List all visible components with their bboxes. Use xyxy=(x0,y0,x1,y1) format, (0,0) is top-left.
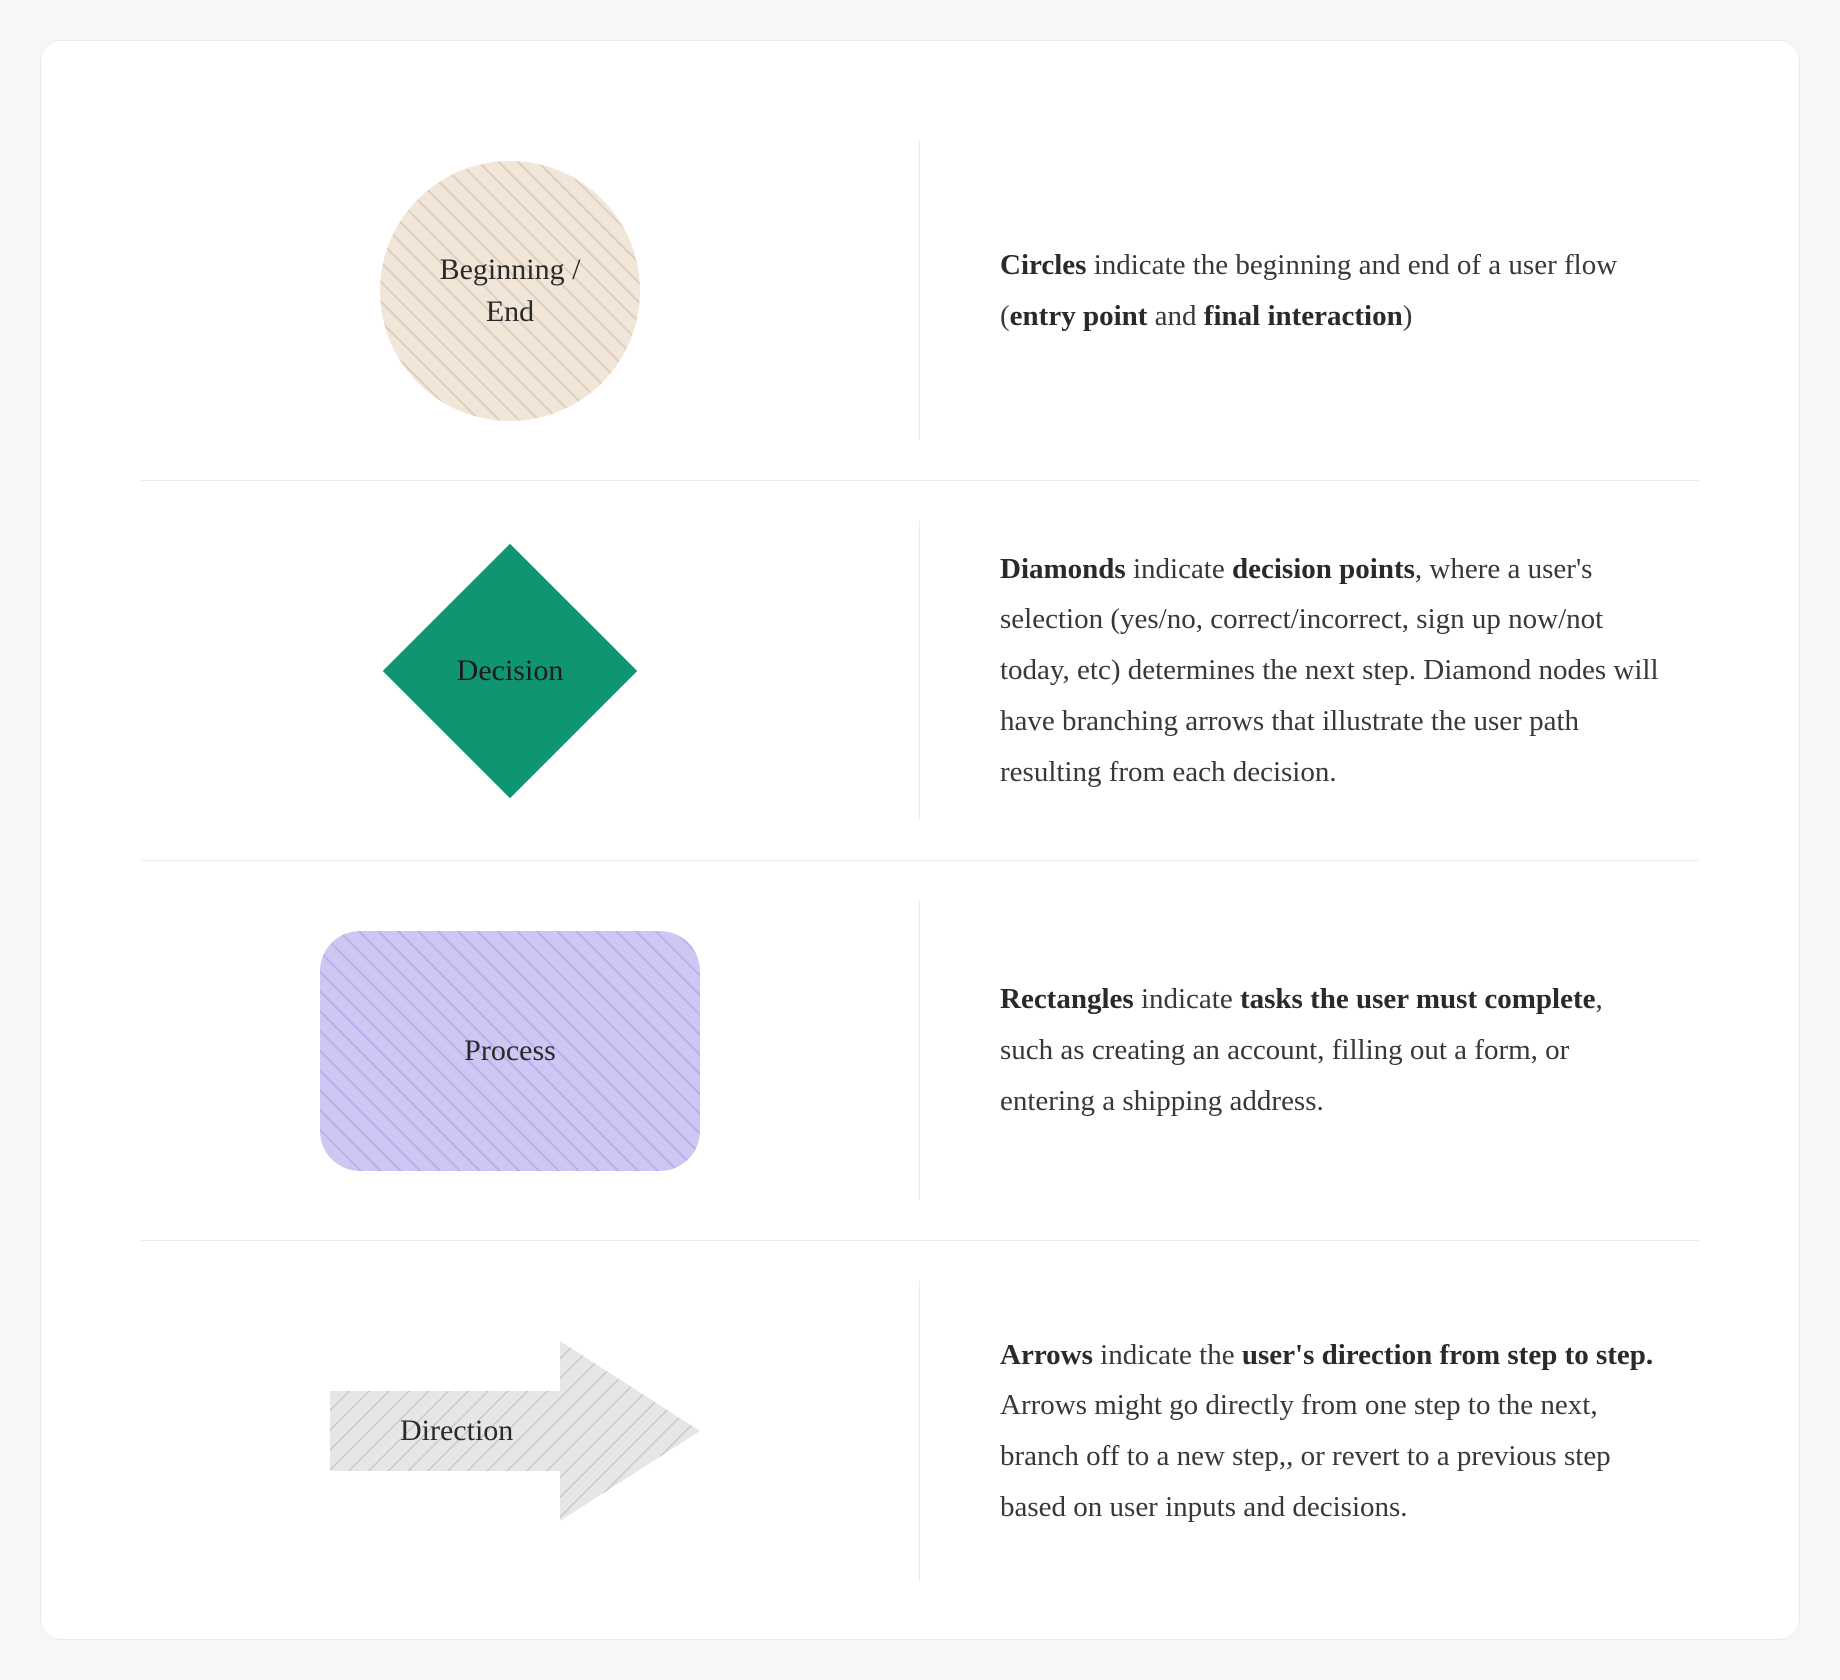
body-text: Arrows might go directly from one step t… xyxy=(1000,1389,1611,1523)
body-text: indicate xyxy=(1134,983,1240,1015)
bold-text: final interaction xyxy=(1204,300,1403,332)
shape-label: Beginning /End xyxy=(440,249,581,333)
shape-cell: Direction xyxy=(141,1281,920,1581)
body-text: indicate the xyxy=(1093,1339,1242,1371)
bold-text: Diamonds xyxy=(1000,553,1126,585)
shape-cell: Beginning /End xyxy=(141,141,920,440)
body-text: and xyxy=(1147,300,1203,332)
legend-card: Beginning /End Circles indicate the begi… xyxy=(40,40,1800,1640)
shape-label: Decision xyxy=(457,654,564,688)
bold-text: Circles xyxy=(1000,249,1086,281)
shape-label: Process xyxy=(464,1034,556,1068)
shape-label: Direction xyxy=(400,1414,513,1448)
legend-row-circle: Beginning /End Circles indicate the begi… xyxy=(141,101,1699,481)
description-cell: Diamonds indicate decision points, where… xyxy=(920,544,1699,798)
shape-cell: Process xyxy=(141,901,920,1200)
bold-text: tasks the user must complete xyxy=(1240,983,1596,1015)
body-text: , where a user's selection (yes/no, corr… xyxy=(1000,553,1659,788)
bold-text: decision points xyxy=(1232,553,1415,585)
description-cell: Circles indicate the beginning and end o… xyxy=(920,240,1699,342)
circle-shape: Beginning /End xyxy=(380,161,640,421)
bold-text: Arrows xyxy=(1000,1339,1093,1371)
shape-cell: Decision xyxy=(141,521,920,820)
legend-row-arrow: Direction Arrows indicate the user's dir… xyxy=(141,1241,1699,1621)
arrow-shape: Direction xyxy=(310,1311,710,1551)
bold-text: entry point xyxy=(1010,300,1148,332)
body-text: ) xyxy=(1403,300,1413,332)
legend-row-rectangle: Process Rectangles indicate tasks the us… xyxy=(141,861,1699,1241)
description-cell: Arrows indicate the user's direction fro… xyxy=(920,1330,1699,1533)
rectangle-shape: Process xyxy=(320,931,700,1171)
bold-text: user's direction from step to step. xyxy=(1242,1339,1653,1371)
bold-text: Rectangles xyxy=(1000,983,1134,1015)
description-cell: Rectangles indicate tasks the user must … xyxy=(920,974,1699,1126)
diamond-shape: Decision xyxy=(380,541,640,801)
legend-row-diamond: Decision Diamonds indicate decision poin… xyxy=(141,481,1699,861)
body-text: indicate xyxy=(1126,553,1232,585)
